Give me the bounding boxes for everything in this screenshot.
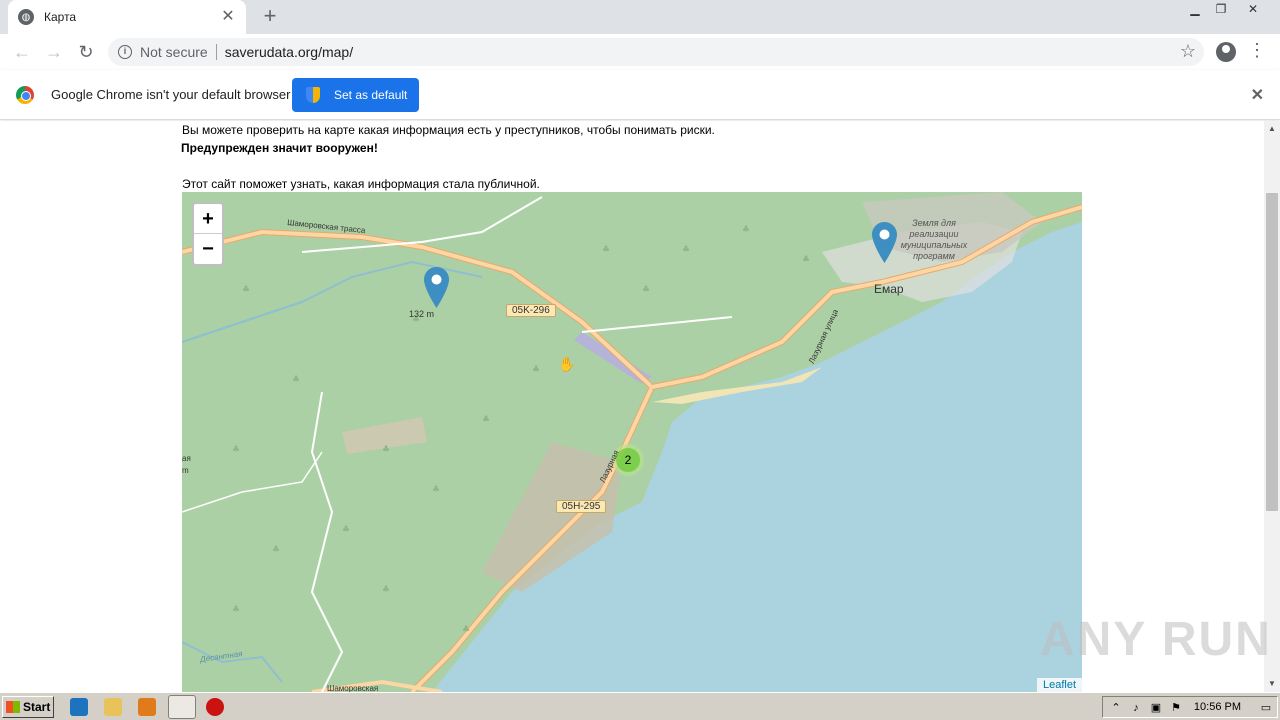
svg-text:♣: ♣ [432, 485, 440, 495]
security-label: Not secure [140, 44, 208, 60]
desktop-icon[interactable]: ▭ [1259, 701, 1273, 715]
chrome-taskbar-button[interactable] [168, 695, 196, 719]
infobar-message: Google Chrome isn't your default browser [51, 87, 291, 102]
info-icon[interactable]: i [118, 45, 132, 59]
scroll-down-icon[interactable]: ▼ [1264, 676, 1280, 692]
map-marker-icon[interactable] [424, 267, 449, 308]
set-as-default-button[interactable]: Set as default [292, 78, 419, 112]
network-icon[interactable]: ▣ [1149, 701, 1163, 715]
menu-kebab-icon[interactable]: ⋮ [1248, 40, 1266, 61]
page-content: Вы можете проверить на карте какая инфор… [0, 121, 1264, 692]
tab-title: Карта [44, 10, 77, 24]
zoom-out-button[interactable]: − [194, 234, 222, 264]
tab-strip: ◍ Карта ✕ + ▁ ❐ ✕ [0, 0, 1280, 34]
profile-icon[interactable] [1216, 42, 1236, 62]
new-tab-button[interactable]: + [258, 4, 282, 28]
flag-icon[interactable]: ⚑ [1169, 701, 1183, 715]
svg-text:♣: ♣ [382, 585, 390, 595]
leaflet-map[interactable]: ♣ ♣ ♣ ♣ ♣ ♣ ♣ ♣ ♣ ♣ ♣ ♣ ♣ ♣ ♣ ♣ ♣ ♣ + − 2 05K-296 05… [182, 192, 1082, 692]
infobar-close-icon[interactable]: ✕ [1251, 85, 1264, 105]
svg-text:♣: ♣ [532, 365, 540, 375]
svg-text:♣: ♣ [342, 525, 350, 535]
chrome-logo-icon [16, 86, 34, 104]
svg-text:♣: ♣ [802, 255, 810, 265]
svg-text:♣: ♣ [682, 245, 690, 255]
edge-label: ая [182, 454, 191, 463]
browser-toolbar: ← → ↻ i Not secure saverudata.org/map/ ☆… [0, 34, 1280, 70]
land-note-label: Земля для реализации муниципальных прогр… [900, 218, 968, 261]
forward-icon[interactable]: → [42, 40, 66, 64]
shield-icon [306, 87, 320, 103]
divider [215, 44, 217, 60]
svg-text:♣: ♣ [242, 285, 250, 295]
minimize-icon[interactable]: ▁ [1184, 0, 1206, 20]
elevation-label: 132 m [409, 309, 435, 319]
anyrun-watermark: ANY RUN [1040, 613, 1272, 666]
media-player-icon[interactable] [138, 698, 156, 716]
leaflet-attribution-link[interactable]: Leaflet [1036, 678, 1082, 692]
default-browser-infobar: Google Chrome isn't your default browser… [0, 70, 1280, 120]
svg-text:♣: ♣ [292, 375, 300, 385]
svg-text:♣: ♣ [232, 605, 240, 615]
map-tiles: ♣♣♣ ♣♣♣ ♣♣♣ ♣♣♣ ♣♣♣ ♣♣♣ [182, 192, 1082, 692]
close-tab-icon[interactable]: ✕ [220, 9, 236, 25]
back-icon[interactable]: ← [10, 40, 34, 64]
warning-text: Предупрежден значит вооружен! [181, 141, 378, 155]
reload-icon[interactable]: ↻ [74, 40, 98, 64]
system-tray: ⌃ ♪ ▣ ⚑ 10:56 PM ▭ [1102, 696, 1278, 718]
svg-text:♣: ♣ [462, 625, 470, 635]
intro-text: Вы можете проверить на карте какая инфор… [182, 123, 715, 137]
svg-text:♣: ♣ [272, 545, 280, 555]
address-bar[interactable]: i Not secure saverudata.org/map/ [108, 38, 1204, 66]
clock: 10:56 PM [1193, 701, 1241, 713]
town-label: Емар [874, 282, 904, 296]
start-label: Start [23, 700, 51, 714]
stop-icon[interactable] [206, 698, 224, 716]
zoom-control: + − [192, 202, 224, 266]
set-as-default-label: Set as default [334, 88, 408, 102]
windows-logo-icon [6, 701, 20, 713]
tab-karta[interactable]: ◍ Карта ✕ [8, 0, 246, 34]
zoom-in-button[interactable]: + [194, 204, 222, 234]
svg-text:♣: ♣ [642, 285, 650, 295]
restore-icon[interactable]: ❐ [1210, 0, 1232, 20]
tray-expand-icon[interactable]: ⌃ [1109, 701, 1123, 715]
svg-text:♣: ♣ [482, 415, 490, 425]
svg-text:♣: ♣ [742, 225, 750, 235]
scroll-up-icon[interactable]: ▲ [1264, 121, 1280, 137]
road-name-label: Шаморовская [327, 684, 379, 692]
scroll-thumb[interactable] [1266, 193, 1278, 511]
svg-text:♣: ♣ [602, 245, 610, 255]
road-label: 05K-296 [506, 304, 556, 317]
page-scrollbar[interactable]: ▲ ▼ [1264, 121, 1280, 692]
volume-icon[interactable]: ♪ [1129, 701, 1143, 715]
bookmark-star-icon[interactable]: ☆ [1180, 41, 1196, 62]
taskbar: Start ⌃ ♪ ▣ ⚑ 10:56 PM ▭ [0, 692, 1280, 720]
edge-label: m [182, 466, 189, 475]
start-button[interactable]: Start [2, 696, 54, 718]
url-text[interactable]: saverudata.org/map/ [225, 44, 353, 60]
svg-text:♣: ♣ [382, 445, 390, 455]
road-label: 05H-295 [556, 500, 607, 513]
globe-icon: ◍ [18, 9, 34, 25]
close-window-icon[interactable]: ✕ [1242, 0, 1264, 20]
internet-explorer-icon[interactable] [70, 698, 88, 716]
hand-cursor-icon: ✋ [558, 356, 576, 372]
folder-icon[interactable] [104, 698, 122, 716]
info-text: Этот сайт поможет узнать, какая информац… [182, 177, 540, 191]
svg-text:♣: ♣ [232, 445, 240, 455]
